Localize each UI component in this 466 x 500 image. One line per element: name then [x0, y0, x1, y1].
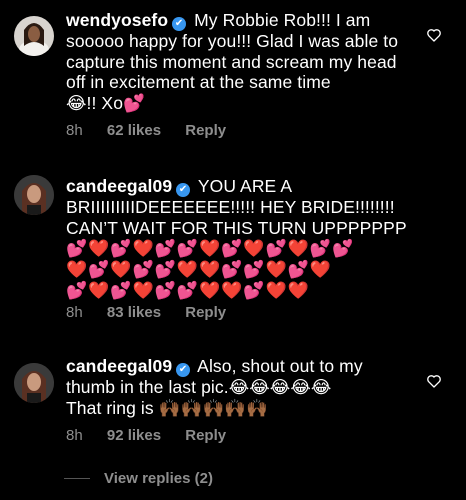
verified-badge-icon: ✔ — [172, 17, 187, 31]
comment-emojis: 🙌🏾🙌🏾🙌🏾🙌🏾🙌🏾 — [158, 397, 269, 418]
comment-emojis: 😂😂😂😂😂 — [228, 377, 332, 397]
emoji-row: 💕❤️💕❤️💕💕❤️❤️💕❤️❤️ — [66, 281, 310, 300]
comment-body: candeegal09 ✔ Also, shout out to my thumb… — [66, 356, 416, 418]
comment-username[interactable]: candeegal09 — [66, 356, 172, 376]
comment-likes[interactable]: 62 likes — [107, 122, 161, 139]
heart-outline-icon[interactable] — [426, 27, 442, 43]
comment-likes[interactable]: 83 likes — [107, 304, 161, 321]
emoji-row: ❤️💕❤️💕💕❤️❤️💕💕❤️💕❤️ — [66, 260, 333, 279]
comment-meta: 8h 83 likes Reply — [66, 304, 246, 321]
avatar-candeegal09[interactable] — [14, 175, 54, 215]
comment-time: 8h — [66, 304, 83, 321]
comment-meta: 8h 92 likes Reply — [66, 427, 246, 444]
verified-badge-icon: ✔ — [176, 363, 191, 377]
comment-likes[interactable]: 92 likes — [107, 427, 161, 444]
comment-body: wendyosefo ✔ My Robbie Rob!!! I am sooooo… — [66, 10, 416, 113]
avatar-wendyosefo[interactable] — [14, 16, 54, 56]
view-replies-label[interactable]: View replies (2) — [104, 470, 213, 487]
reply-button[interactable]: Reply — [185, 304, 226, 321]
reply-button[interactable]: Reply — [185, 427, 226, 444]
view-replies-button[interactable]: View replies (2) — [64, 470, 213, 487]
verified-badge-icon: ✔ — [176, 183, 191, 197]
avatar-candeegal09[interactable] — [14, 363, 54, 403]
replies-divider-line — [64, 478, 90, 479]
comment-time: 8h — [66, 427, 83, 444]
comment-text-tail: 😂!! Xo💕 — [66, 92, 145, 113]
reply-button[interactable]: Reply — [185, 122, 226, 139]
heart-outline-icon[interactable] — [426, 373, 442, 389]
comment-username[interactable]: candeegal09 — [66, 176, 172, 196]
comment-meta: 8h 62 likes Reply — [66, 122, 246, 139]
comment-username[interactable]: wendyosefo — [66, 10, 168, 30]
comment-body: candeegal09 ✔ YOU ARE A BRIIIIIIIIIDEEEEE… — [66, 176, 416, 301]
emoji-row: 💕❤️💕❤️💕💕❤️💕❤️💕❤️💕💕 — [66, 239, 355, 258]
comment-time: 8h — [66, 122, 83, 139]
comment-text: That ring is — [66, 397, 154, 418]
